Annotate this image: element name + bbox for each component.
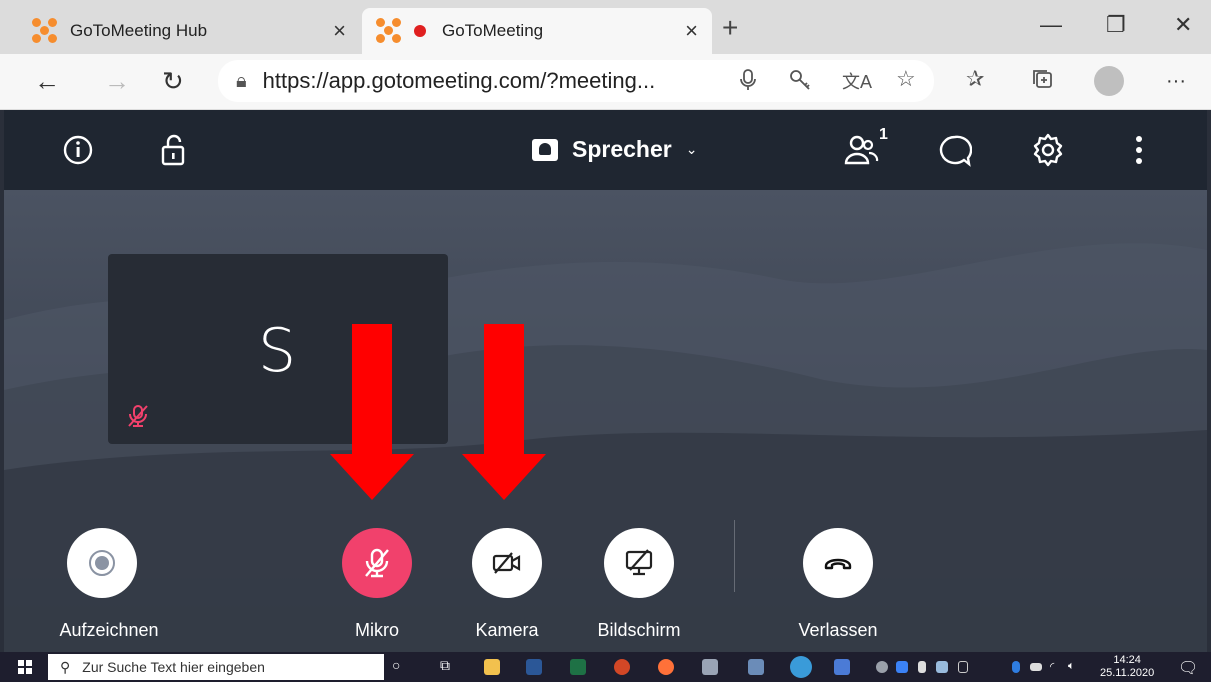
record-button[interactable] [67,528,137,598]
info-icon[interactable] [62,134,94,166]
edge-browser-icon[interactable] [790,656,812,678]
hang-up-phone-icon [824,558,852,570]
screen-share-label: Bildschirm [597,620,681,640]
red-arrow-annotation [462,324,546,500]
system-clock[interactable]: 14:24 25.11.2020 [1100,654,1154,680]
tab-gotomeeting-hub[interactable]: GoToMeeting Hub × [18,8,360,54]
tray-icon[interactable] [918,661,926,673]
leave-meeting-button[interactable] [803,528,873,598]
screen-share-button[interactable] [604,528,674,598]
meeting-toolbar: Sprecher ⌄ 1 [4,110,1207,190]
record-label: Aufzeichnen [59,620,159,640]
tab-close-button[interactable]: × [685,18,698,44]
new-tab-button[interactable]: + [722,12,738,44]
participants-count-badge: 1 [879,126,888,143]
muted-microphone-icon [128,405,148,427]
tray-icon[interactable] [876,661,888,673]
powerpoint-icon[interactable] [614,659,630,675]
chat-icon[interactable] [938,134,972,168]
tray-icon[interactable] [896,661,908,673]
participant-initial: S [258,316,297,386]
view-mode-label: Sprecher [572,136,672,162]
microphone-permission-icon[interactable] [738,68,758,92]
gotomeeting-logo-icon [376,18,402,44]
address-url: https://app.gotomeeting.com/?meeting... [262,68,656,93]
battery-icon[interactable] [1030,663,1042,671]
notifications-icon[interactable]: 🗨︎ [1178,658,1198,678]
meeting-stage: S Aufzeichnen Mikro Kamera Bildschirm Ve… [4,190,1207,652]
translate-icon[interactable]: 文A [842,68,872,94]
participants-icon[interactable] [844,132,880,168]
tray-icon[interactable] [958,661,968,673]
minimize-button[interactable]: — [1040,12,1062,38]
volume-icon[interactable]: 🔈︎ [1068,660,1075,673]
view-mode-selector[interactable]: Sprecher ⌄ [532,136,697,163]
calculator-icon[interactable] [748,659,764,675]
collections-icon[interactable] [1032,68,1054,90]
favorites-list-icon[interactable]: ✰ [966,66,984,92]
microphone-toggle-button[interactable] [342,528,412,598]
paint-icon[interactable] [702,659,718,675]
speaker-view-icon [532,138,558,161]
tab-gotomeeting[interactable]: GoToMeeting × [362,8,712,54]
lock-icon: 🔒︎ [236,69,247,92]
clock-time: 14:24 [1113,654,1141,666]
word-icon[interactable] [526,659,542,675]
recording-indicator-icon [414,25,426,37]
taskbar-search-placeholder: Zur Suche Text hier eingeben [82,659,265,675]
camera-off-icon [492,552,521,574]
app-icon[interactable] [834,659,850,675]
key-icon[interactable] [788,68,812,92]
tab-title: GoToMeeting [442,21,544,40]
browser-tab-strip: GoToMeeting Hub × GoToMeeting × + — ❐ ✕ [0,0,1211,54]
restore-button[interactable]: ❐ [1106,12,1126,38]
camera-label: Kamera [475,620,539,640]
bluetooth-icon[interactable] [1012,661,1020,673]
settings-gear-icon[interactable] [1030,132,1066,168]
file-explorer-icon[interactable] [484,659,500,675]
excel-icon[interactable] [570,659,586,675]
reload-button[interactable]: ↻ [162,66,184,97]
camera-toggle-button[interactable] [472,528,542,598]
forward-button[interactable]: → [104,66,130,97]
controls-divider [734,520,735,592]
tab-title: GoToMeeting Hub [70,21,208,40]
clock-date: 25.11.2020 [1100,667,1155,679]
windows-taskbar: ⚲ Zur Suche Text hier eingeben ○ ⧉ ◜ 🔈︎ … [0,652,1211,682]
address-bar[interactable]: 🔒︎ https://app.gotomeeting.com/?meeting.… [218,60,934,102]
microphone-off-icon [365,548,389,578]
wifi-icon[interactable]: ◜ [1050,660,1054,673]
red-arrow-annotation [330,324,414,500]
firefox-icon[interactable] [658,659,674,675]
gotomeeting-logo-icon [32,18,58,44]
task-view-icon[interactable]: ⧉ [440,657,450,674]
leave-label: Verlassen [798,620,878,640]
microphone-label: Mikro [355,620,399,640]
back-button[interactable]: ← [34,66,60,97]
browser-toolbar: ← → ↻ 🔒︎ https://app.gotomeeting.com/?me… [0,54,1211,110]
more-options-icon[interactable] [1134,134,1144,166]
tray-icon[interactable] [936,661,948,673]
cortana-icon[interactable]: ○ [392,657,400,673]
profile-avatar[interactable] [1094,66,1124,96]
search-icon: ⚲ [60,658,71,675]
favorite-star-icon[interactable]: ☆ [896,66,916,92]
windows-start-icon[interactable] [18,660,32,674]
chevron-down-icon: ⌄ [685,141,698,157]
taskbar-search-box[interactable]: ⚲ Zur Suche Text hier eingeben [48,654,384,680]
window-close-button[interactable]: ✕ [1174,12,1192,38]
more-menu-button[interactable]: ··· [1166,70,1186,93]
screen-share-off-icon [625,549,653,576]
unlock-icon[interactable] [160,134,188,166]
record-icon [89,550,115,576]
tab-close-button[interactable]: × [333,18,346,44]
